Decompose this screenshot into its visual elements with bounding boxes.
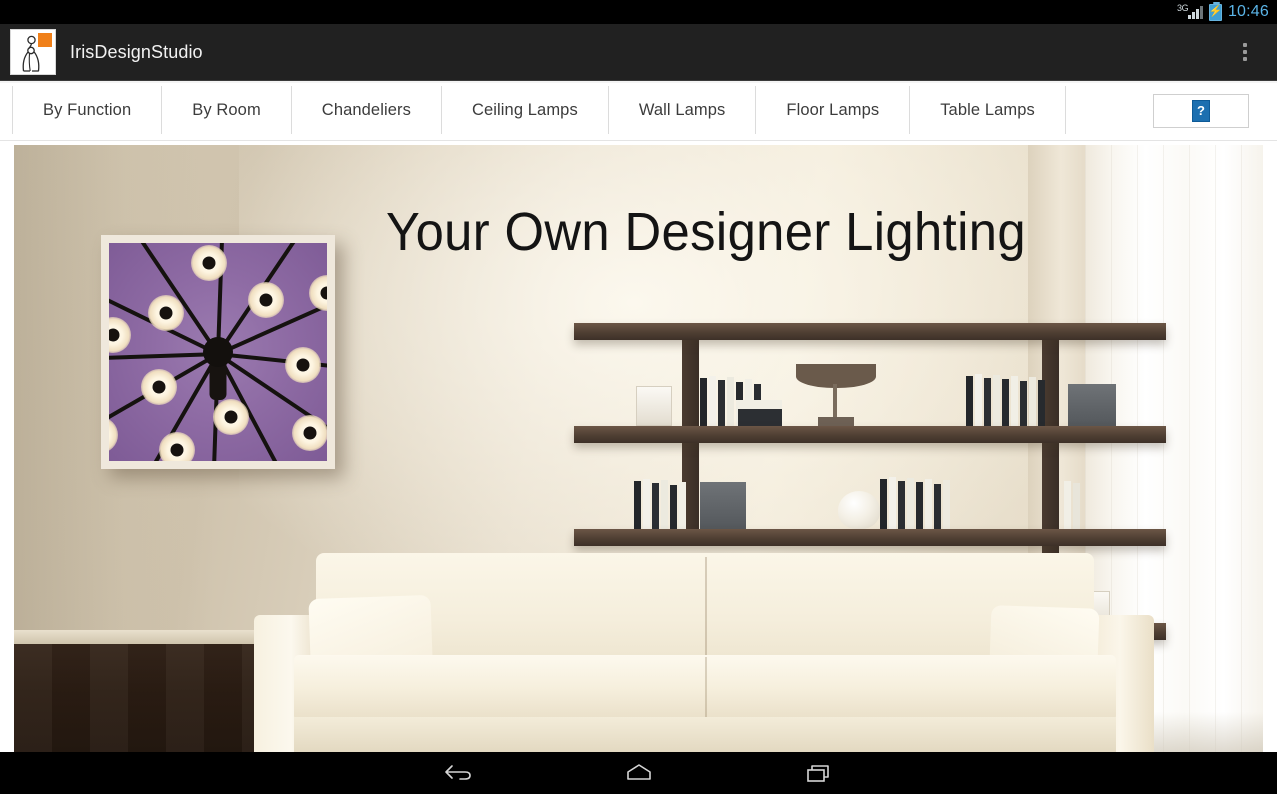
tab-chandeliers[interactable]: Chandeliers bbox=[292, 86, 442, 134]
chandelier-socket bbox=[259, 293, 273, 307]
tab-wall-lamps[interactable]: Wall Lamps bbox=[609, 86, 757, 134]
overflow-dot bbox=[1243, 50, 1247, 54]
back-button[interactable] bbox=[431, 752, 487, 794]
sofa bbox=[254, 537, 1154, 752]
sofa-base bbox=[294, 717, 1116, 752]
broken-image-icon bbox=[1192, 99, 1210, 122]
shelf-books bbox=[966, 374, 1045, 426]
tab-bar-action-area bbox=[1153, 93, 1249, 128]
device-screen: 3G ⚡ 10:46 IrisDesignStudio By Function … bbox=[0, 0, 1277, 794]
shelf-board bbox=[574, 426, 1166, 443]
tab-by-room[interactable]: By Room bbox=[162, 86, 292, 134]
overflow-dot bbox=[1243, 43, 1247, 47]
shelf-books bbox=[1064, 481, 1080, 529]
chandelier-hub bbox=[203, 337, 233, 367]
tab-table-lamps[interactable]: Table Lamps bbox=[910, 86, 1066, 134]
chandelier-socket bbox=[152, 380, 166, 394]
shelf-box-white bbox=[636, 386, 672, 426]
chandelier-socket bbox=[320, 286, 327, 300]
sculpture-base bbox=[818, 417, 854, 426]
charging-bolt-icon: ⚡ bbox=[1208, 5, 1223, 18]
chandelier-socket bbox=[303, 426, 317, 440]
status-bar-clock: 10:46 bbox=[1227, 3, 1269, 20]
iris-logo-icon[interactable] bbox=[10, 29, 56, 75]
shelf-books bbox=[738, 409, 782, 426]
shelf-vase bbox=[838, 491, 880, 529]
chandelier-bulb bbox=[109, 416, 119, 453]
battery-charging-icon: ⚡ bbox=[1208, 1, 1223, 21]
tab-by-function[interactable]: By Function bbox=[12, 86, 163, 134]
status-bar: 3G ⚡ 10:46 bbox=[0, 0, 1277, 24]
hero-banner-image[interactable]: Your Own Designer Lighting bbox=[14, 145, 1263, 752]
home-button[interactable] bbox=[611, 752, 667, 794]
tab-floor-lamps[interactable]: Floor Lamps bbox=[756, 86, 911, 134]
category-tab-bar: By Function By Room Chandeliers Ceiling … bbox=[0, 81, 1277, 141]
tab-bar-spacer bbox=[1066, 86, 1153, 134]
shelf-books bbox=[880, 477, 950, 529]
action-bar: IrisDesignStudio bbox=[0, 24, 1277, 81]
shelf-books bbox=[634, 479, 686, 529]
home-icon bbox=[626, 764, 651, 780]
network-type-label: 3G bbox=[1176, 3, 1189, 13]
signal-icon: 3G bbox=[1176, 3, 1203, 20]
hero-headline: Your Own Designer Lighting bbox=[386, 202, 1026, 262]
chandelier-socket bbox=[224, 410, 238, 424]
chandelier-socket bbox=[202, 256, 216, 270]
content-area: Your Own Designer Lighting bbox=[0, 142, 1277, 752]
chandelier-socket bbox=[296, 358, 310, 372]
signal-bars-icon bbox=[1187, 6, 1203, 19]
overflow-menu-button[interactable] bbox=[1235, 37, 1255, 67]
shelf-box-gray bbox=[1068, 384, 1116, 426]
overflow-dot bbox=[1243, 57, 1247, 61]
app-title: IrisDesignStudio bbox=[70, 41, 203, 62]
chandelier-socket bbox=[159, 306, 173, 320]
sofa-seat bbox=[294, 655, 1116, 721]
shelf-sculpture bbox=[796, 364, 876, 426]
back-arrow-icon bbox=[444, 765, 471, 780]
tab-ceiling-lamps[interactable]: Ceiling Lamps bbox=[442, 86, 609, 134]
figure-sketch-icon bbox=[22, 35, 40, 72]
sculpture-stem bbox=[833, 384, 837, 420]
framed-artwork[interactable] bbox=[101, 235, 335, 469]
sputnik-chandelier-artwork bbox=[109, 243, 327, 461]
help-button[interactable] bbox=[1153, 93, 1249, 128]
recents-button[interactable] bbox=[791, 752, 847, 794]
recents-icon bbox=[806, 765, 829, 782]
shelf-box-gray bbox=[700, 482, 746, 529]
chandelier-socket bbox=[170, 443, 184, 457]
tab-strip: By Function By Room Chandeliers Ceiling … bbox=[0, 81, 1153, 140]
shelf-board bbox=[574, 323, 1166, 340]
android-navigation-bar bbox=[0, 752, 1277, 794]
